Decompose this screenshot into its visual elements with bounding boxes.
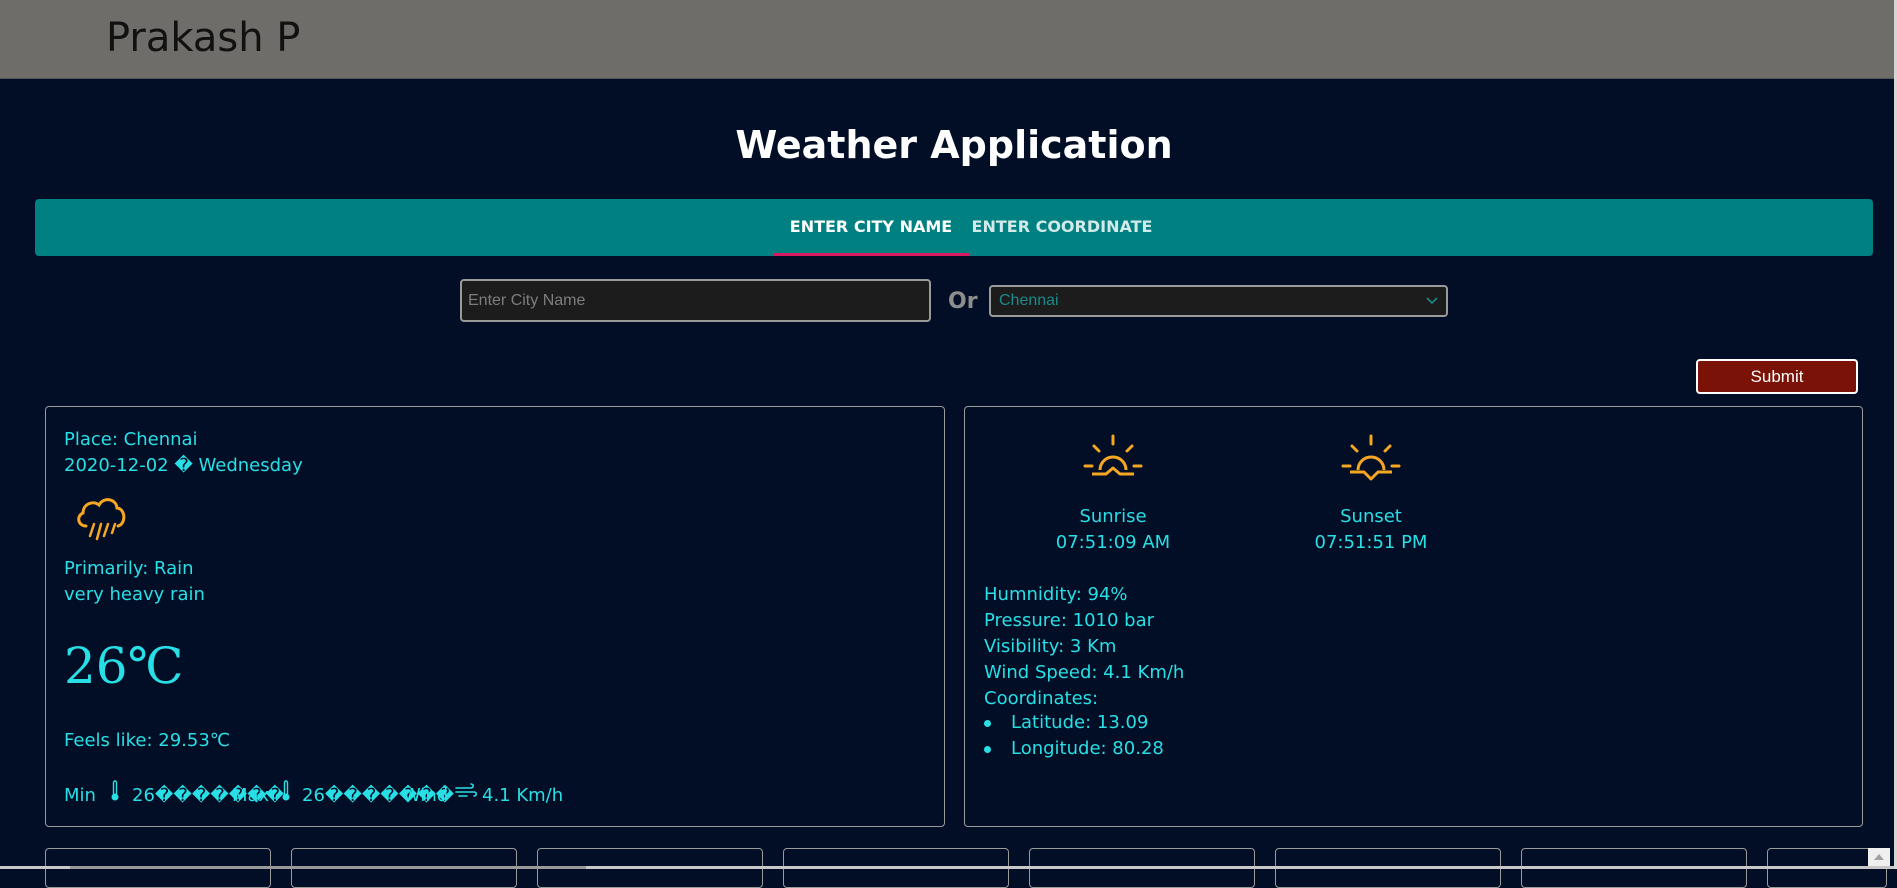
coordinates-list: Latitude: 13.09 Longitude: 80.28	[984, 712, 1164, 764]
min-label: Min	[64, 785, 96, 806]
visibility-text: Visibility: 3 Km	[984, 636, 1117, 657]
wind-label: Wind	[403, 785, 449, 806]
page-title: Weather Application	[735, 123, 1173, 167]
weather-description: very heavy rain	[64, 584, 205, 605]
tab-enter-city-name[interactable]: ENTER CITY NAME	[773, 199, 969, 256]
sunrise-time: 07:51:09 AM	[1055, 532, 1171, 553]
thermometer-icon	[111, 780, 119, 801]
chevron-down-icon	[1426, 297, 1438, 305]
place-text: Place: Chennai	[64, 429, 198, 450]
thermometer-icon	[282, 780, 290, 801]
sunset-icon	[1341, 434, 1401, 481]
humidity-text: Humnidity: 94%	[984, 584, 1128, 605]
sunrise-icon	[1083, 434, 1143, 476]
or-label: Or	[948, 289, 978, 314]
city-select[interactable]: Chennai	[989, 285, 1448, 317]
scroll-up-button[interactable]	[1868, 848, 1890, 866]
wind-icon	[455, 783, 477, 797]
scroll-arrow-icon	[1874, 854, 1884, 860]
rain-cloud-icon	[77, 498, 126, 541]
submit-button[interactable]: Submit	[1696, 359, 1858, 394]
user-name: Prakash P	[106, 15, 301, 61]
city-select-value: Chennai	[999, 292, 1059, 309]
sunset-label: Sunset	[1340, 506, 1402, 527]
sunrise-label: Sunrise	[1079, 506, 1147, 527]
wind-speed-text: Wind Speed: 4.1 Km/h	[984, 662, 1185, 683]
date-text: 2020-12-02 � Wednesday	[64, 455, 303, 476]
wind-value: 4.1 Km/h	[482, 785, 564, 806]
pressure-text: Pressure: 1010 bar	[984, 610, 1155, 631]
latitude-item: Latitude: 13.09	[984, 712, 1164, 738]
sunset-time: 07:51:51 PM	[1314, 532, 1428, 553]
primary-weather: Primarily: Rain	[64, 558, 194, 579]
tab-enter-coordinate[interactable]: ENTER COORDINATE	[962, 199, 1162, 256]
longitude-item: Longitude: 80.28	[984, 738, 1164, 764]
top-header: Prakash P	[0, 0, 1894, 79]
coordinates-label: Coordinates:	[984, 688, 1099, 709]
current-temperature: 26℃	[64, 637, 184, 695]
max-label: Max	[232, 785, 270, 806]
tab-bar: ENTER CITY NAME ENTER COORDINATE	[35, 199, 1873, 256]
city-name-input[interactable]	[460, 279, 931, 322]
feels-like-text: Feels like: 29.53℃	[64, 730, 231, 751]
